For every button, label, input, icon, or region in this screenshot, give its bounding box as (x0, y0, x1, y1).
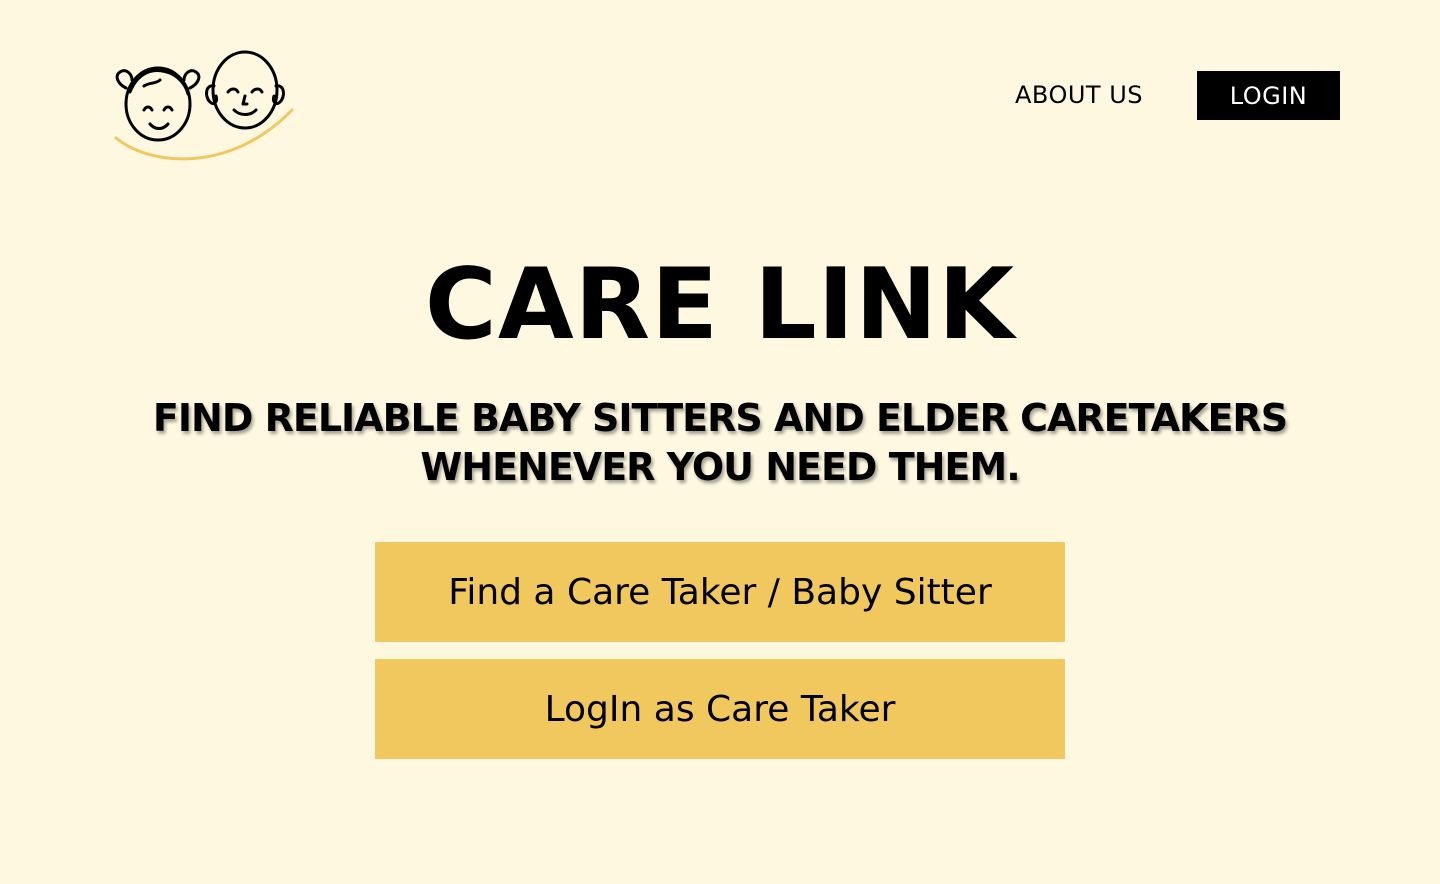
page-title: CARE LINK (424, 248, 1016, 362)
caretaker-login-button[interactable]: LogIn as Care Taker (375, 659, 1065, 759)
about-us-link[interactable]: ABOUT US (1000, 71, 1158, 119)
hero-subtitle-line-1: FIND RELIABLE BABY SITTERS AND ELDER CAR… (152, 396, 1288, 440)
hero-subtitle-line-2: WHENEVER YOU NEED THEM. (420, 445, 1020, 489)
hero-subtitle: FIND RELIABLE BABY SITTERS AND ELDER CAR… (120, 394, 1320, 492)
login-button[interactable]: LOGIN (1197, 71, 1340, 120)
find-caretaker-button[interactable]: Find a Care Taker / Baby Sitter (375, 542, 1065, 642)
care-link-logo-icon[interactable] (110, 44, 300, 168)
